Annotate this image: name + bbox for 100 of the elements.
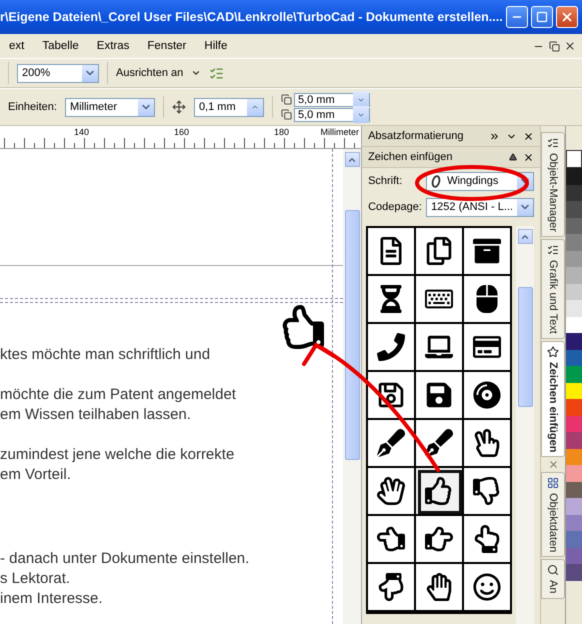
side-tab[interactable]: Objekt-Manager [541,132,565,237]
color-swatch[interactable] [566,548,582,564]
maximize-button[interactable] [531,6,553,28]
color-swatch[interactable] [566,432,582,448]
glyph-cell[interactable] [416,564,464,612]
checklist-icon[interactable] [209,66,224,80]
snap-dropdown[interactable]: Ausrichten an [116,67,184,79]
glyph-cell[interactable] [416,324,464,372]
thumbs-up-icon [280,305,324,349]
glyph-cell[interactable] [416,228,464,276]
color-swatch[interactable] [566,184,582,201]
restore-icon[interactable] [548,40,560,52]
side-tab[interactable]: An [541,559,565,599]
color-swatch[interactable] [566,416,582,432]
glyph-scrollbar[interactable] [516,226,534,624]
side-tab[interactable]: Zeichen einfügen [541,340,565,458]
card-icon [473,333,502,361]
collapse-icon[interactable] [509,153,518,161]
units-dropdown[interactable]: Millimeter [64,98,155,116]
glyph-cell[interactable] [464,372,512,420]
font-label: Schrift: [368,175,404,187]
menu-item[interactable]: ext [0,40,34,52]
docker-header[interactable]: Zeichen einfügen [362,147,540,168]
glyph-cell[interactable] [464,276,512,324]
color-swatch[interactable] [566,300,582,316]
glyph-cell[interactable] [464,420,512,468]
color-swatch[interactable] [566,564,582,580]
codepage-dropdown[interactable]: 1252 (ANSI - L... [426,198,534,216]
color-swatch[interactable] [566,333,582,350]
color-swatch[interactable] [566,366,582,382]
color-swatch[interactable] [566,350,582,366]
offset-x-icon [280,94,292,105]
codepage-label: Codepage: [368,201,420,213]
color-swatch[interactable] [566,498,582,514]
color-swatch[interactable] [566,201,582,218]
vertical-scrollbar[interactable] [343,149,362,624]
color-swatch[interactable] [566,267,582,284]
menu-item[interactable]: Tabelle [33,40,88,52]
glyph-cell[interactable] [416,420,464,468]
side-tab[interactable]: Grafik und Text [541,238,565,339]
text-line: em Vorteil. [0,465,72,485]
glyph-cell[interactable] [368,516,416,564]
color-swatch[interactable] [566,399,582,416]
close-icon[interactable] [564,40,576,52]
color-swatch[interactable] [566,316,582,333]
color-swatch[interactable] [566,234,582,250]
glyph-cell[interactable] [416,516,464,564]
glyph-cell[interactable] [368,372,416,420]
glyph-cell[interactable] [368,420,416,468]
caret-icon[interactable] [191,68,202,78]
glyph-cell[interactable] [368,564,416,612]
expand-icon[interactable] [489,130,500,142]
color-swatch[interactable] [566,448,582,465]
color-swatch[interactable] [566,218,582,234]
spin-button[interactable] [352,106,369,123]
color-swatch[interactable] [566,168,582,184]
close-icon[interactable] [523,130,534,142]
nudge-field[interactable]: 0,1 mm [194,98,264,116]
font-dropdown[interactable]: Wingdings [426,172,534,190]
glyph-cell[interactable] [368,276,416,324]
close-button[interactable] [556,6,578,28]
side-tab[interactable]: Objektdaten [541,472,565,558]
glyph-cell[interactable] [368,324,416,372]
no-color-swatch[interactable] [566,150,582,168]
color-swatch[interactable] [566,465,582,482]
glyph-cell[interactable] [464,324,512,372]
menu-item[interactable]: Extras [88,40,138,52]
minimize-button[interactable] [506,6,528,28]
glyph-cell[interactable] [368,228,416,276]
zoom-dropdown[interactable]: 200% [17,64,99,82]
dropdown-button[interactable] [82,64,98,82]
color-swatch[interactable] [566,482,582,498]
glyph-cell[interactable] [416,276,464,324]
color-swatch[interactable] [566,514,582,531]
color-swatch[interactable] [566,382,582,399]
glyph-cell[interactable] [416,468,464,516]
dropdown-button[interactable] [517,198,534,216]
scroll-up-button[interactable] [344,152,360,167]
scroll-thumb[interactable] [344,210,360,460]
list-icon [547,137,560,149]
glyph-cell[interactable] [464,516,512,564]
pointing-up-icon [473,525,502,553]
glyph-cell[interactable] [464,564,512,612]
glyph-cell[interactable] [464,468,512,516]
menu-item[interactable]: Fenster [138,40,196,52]
glyph-cell[interactable] [416,372,464,420]
spin-button[interactable] [246,98,263,116]
color-swatch[interactable] [566,250,582,267]
glyph-cell[interactable] [464,228,512,276]
color-swatch[interactable] [566,284,582,300]
duplicate-y-field[interactable]: 5,0 mm [294,108,370,122]
menu-item[interactable]: Hilfe [195,40,236,52]
scroll-up-button[interactable] [518,229,533,244]
color-swatch[interactable] [566,531,582,548]
dropdown-button[interactable] [138,98,154,116]
close-icon[interactable] [523,152,534,162]
scroll-thumb[interactable] [518,287,533,407]
docker-header[interactable]: Absatzformatierung [362,126,540,147]
glyph-cell[interactable] [368,468,416,516]
duplicate-x-field[interactable]: 5,0 mm [294,92,370,106]
